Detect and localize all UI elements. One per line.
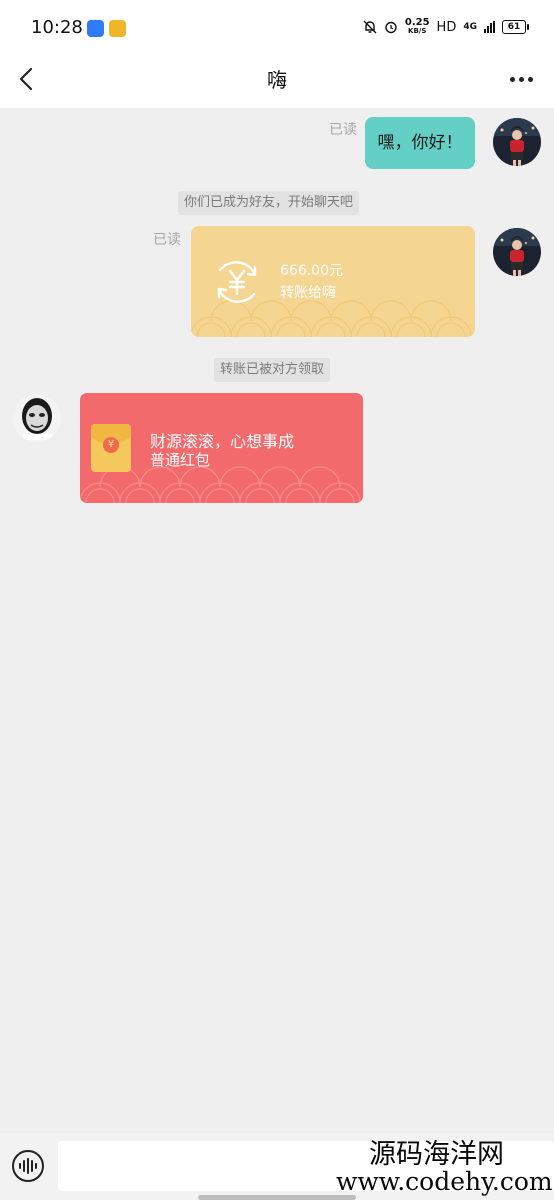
read-status: 已读 bbox=[329, 122, 357, 138]
network-label: 4G bbox=[463, 22, 477, 32]
contact-avatar[interactable] bbox=[13, 394, 61, 442]
chat-header: 嗨 bbox=[0, 52, 554, 108]
status-indicators: 0.25 KB/S HD 4G 61 bbox=[363, 18, 529, 36]
net-speed-unit: KB/S bbox=[408, 27, 427, 35]
text-message-bubble[interactable]: 嘿，你好！ bbox=[365, 117, 475, 169]
more-button[interactable] bbox=[504, 68, 538, 90]
watermark: 源码海洋网 www.codehy.com bbox=[336, 1139, 553, 1197]
red-packet-type: 普通红包 bbox=[150, 451, 211, 469]
system-tip: 转账已被对方领取 bbox=[214, 358, 331, 382]
my-avatar[interactable] bbox=[493, 228, 541, 276]
app-notification-icon bbox=[109, 20, 126, 37]
red-envelope-icon: ¥ bbox=[91, 424, 131, 472]
home-indicator[interactable] bbox=[198, 1195, 356, 1200]
signal-icon bbox=[484, 21, 495, 33]
chat-title: 嗨 bbox=[267, 68, 287, 92]
transfer-note: 转账给嗨 bbox=[280, 285, 336, 301]
status-bar: 10:28 0.25 KB/S HD 4G 61 bbox=[0, 0, 554, 52]
more-dots-icon bbox=[509, 76, 515, 82]
transfer-card[interactable]: 666.00元 转账给嗨 bbox=[191, 226, 475, 337]
red-packet-card[interactable]: ¥ 财源滚滚，心想事成 普通红包 bbox=[80, 393, 363, 503]
net-speed: 0.25 KB/S bbox=[405, 18, 430, 36]
mute-bell-icon bbox=[363, 20, 377, 34]
yuan-exchange-icon bbox=[217, 261, 257, 303]
system-tip: 你们已成为好友，开始聊天吧 bbox=[178, 191, 360, 215]
watermark-name: 源码海洋网 bbox=[369, 1139, 504, 1170]
status-time: 10:28 bbox=[31, 17, 83, 38]
envelope-seal: ¥ bbox=[103, 437, 119, 453]
watermark-url: www.codehy.com bbox=[336, 1167, 553, 1197]
read-status: 已读 bbox=[153, 232, 181, 248]
battery-icon: 61 bbox=[502, 20, 529, 34]
hd-label: HD bbox=[436, 19, 457, 35]
app-notification-icon bbox=[87, 20, 104, 37]
alarm-icon bbox=[385, 21, 397, 34]
net-speed-value: 0.25 bbox=[404, 17, 430, 28]
transfer-amount: 666.00元 bbox=[280, 263, 343, 279]
voice-button[interactable] bbox=[12, 1150, 44, 1182]
my-avatar[interactable] bbox=[493, 118, 541, 166]
